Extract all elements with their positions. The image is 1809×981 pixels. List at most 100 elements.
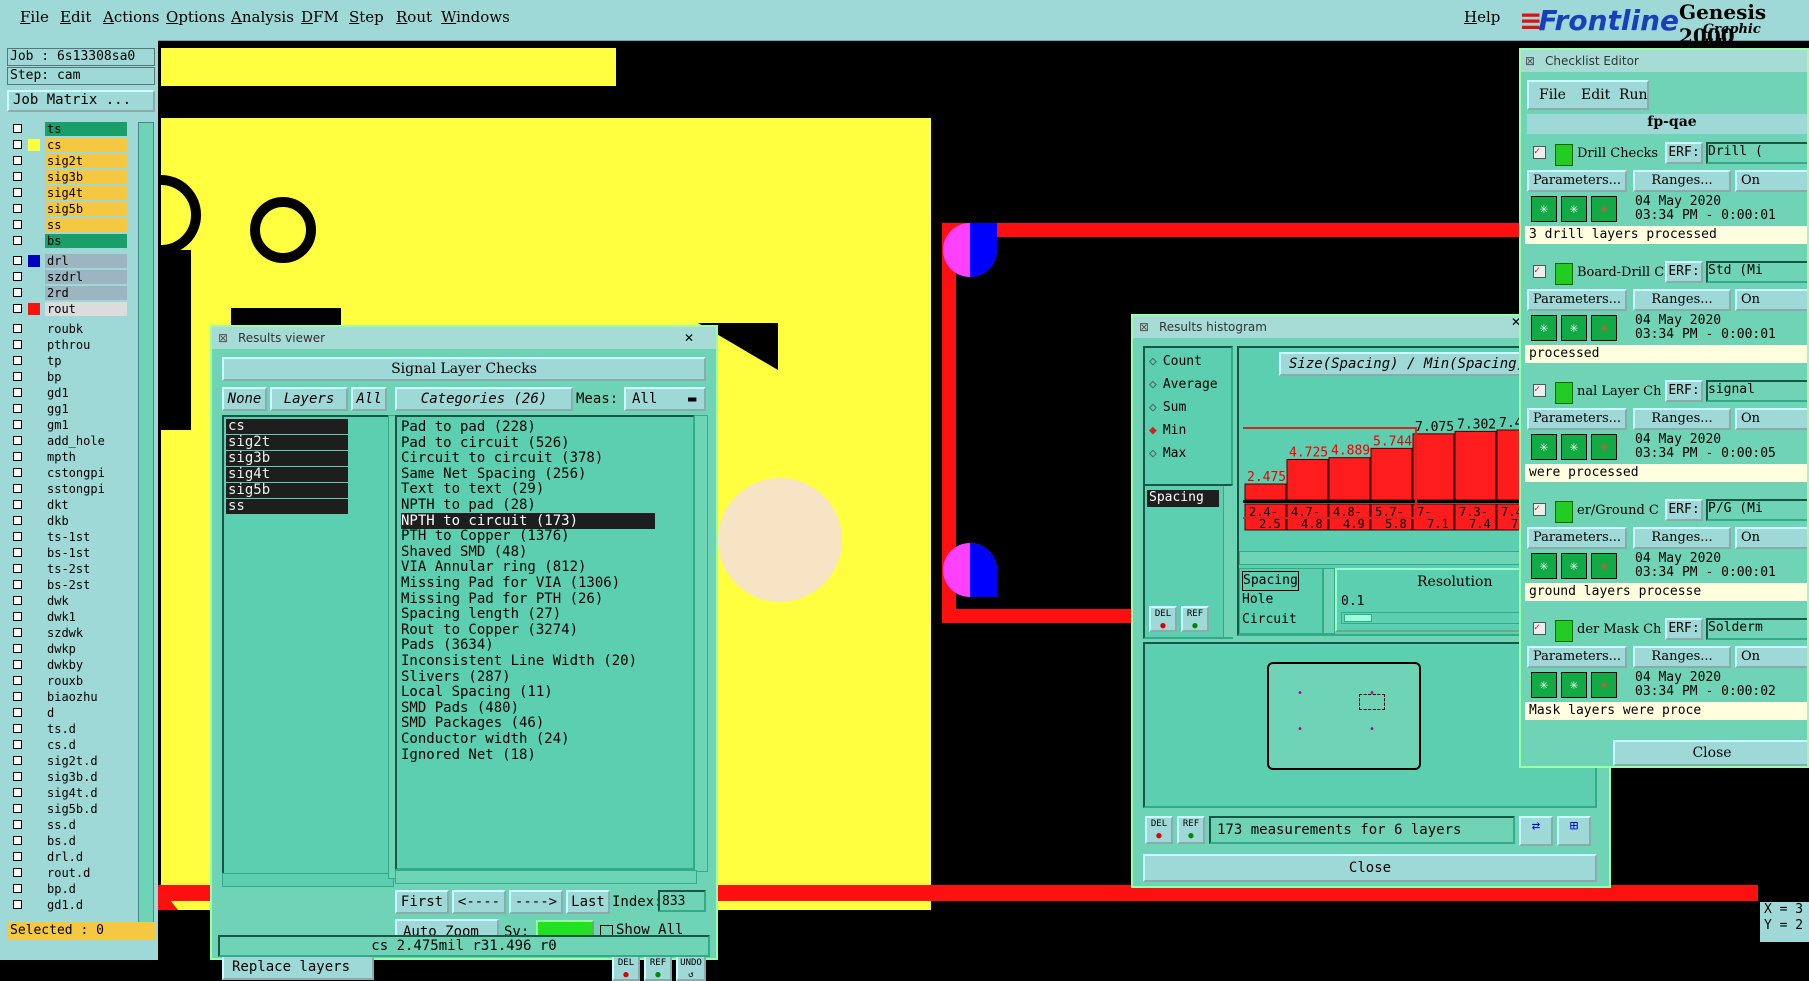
layer-checkbox[interactable] — [13, 256, 22, 265]
layer-checkbox[interactable] — [13, 220, 22, 229]
layer-row[interactable]: ss — [10, 218, 127, 233]
runner-icon[interactable]: ✳ — [1531, 196, 1557, 222]
layer-checkbox[interactable] — [13, 772, 22, 781]
layer-checkbox[interactable] — [13, 324, 22, 333]
layer-row[interactable]: ts.d — [10, 722, 127, 737]
preview-zoom-box[interactable] — [1359, 694, 1385, 710]
checklist-group-header[interactable]: Signal Layer Checks — [222, 357, 706, 381]
menu-file[interactable]: File — [20, 8, 49, 26]
category-item[interactable]: Pad to circuit (526) — [401, 435, 655, 451]
layer-checkbox[interactable] — [13, 884, 22, 893]
type-item[interactable]: Spacing — [1242, 571, 1299, 591]
category-item[interactable]: SMD Packages (46) — [401, 715, 655, 731]
menu-windows[interactable]: Windows — [441, 8, 510, 26]
layer-checkbox[interactable] — [13, 172, 22, 181]
category-item[interactable]: Missing Pad for PTH (26) — [401, 591, 655, 607]
hist-bottom-del-button[interactable]: DEL ● — [1145, 816, 1173, 844]
item-enable-checkbox[interactable]: ✓ — [1533, 265, 1546, 278]
layer-row[interactable]: dwk1 — [10, 610, 127, 625]
results-viewer-titlebar[interactable]: ⊠ Results viewer ✕ — [212, 327, 716, 349]
layer-row[interactable]: sig5b — [10, 202, 127, 217]
layer-checkbox[interactable] — [13, 516, 22, 525]
item-enable-checkbox[interactable]: ✓ — [1533, 503, 1546, 516]
window-menu-icon[interactable]: ⊠ — [1139, 316, 1149, 338]
erf-value[interactable]: signal — [1706, 380, 1807, 402]
checklist-item-name[interactable]: der Mask Ch — [1577, 622, 1661, 637]
layer-checkbox[interactable] — [13, 612, 22, 621]
layer-checkbox[interactable] — [13, 788, 22, 797]
layer-checkbox[interactable] — [13, 356, 22, 365]
board-preview[interactable]: • • • • — [1267, 662, 1421, 770]
erf-value[interactable]: P/G (Mi — [1706, 499, 1807, 521]
category-item[interactable]: SMD Pads (480) — [401, 700, 655, 716]
layer-checkbox[interactable] — [13, 740, 22, 749]
categories-button[interactable]: Categories (26) — [395, 387, 573, 411]
ranges-button[interactable]: Ranges... — [1633, 646, 1731, 668]
layer-checkbox[interactable] — [13, 548, 22, 557]
checklist-menu-run[interactable]: Run — [1619, 87, 1648, 103]
layer-row[interactable]: cs.d — [10, 738, 127, 753]
layer-checkbox[interactable] — [13, 288, 22, 297]
category-item[interactable]: Pads (3634) — [401, 637, 655, 653]
parameters-button[interactable]: Parameters... — [1527, 408, 1627, 430]
type-item[interactable]: Circuit — [1242, 611, 1297, 629]
runner-icon[interactable]: ✳ — [1531, 315, 1557, 341]
runner-icon[interactable]: ✳ — [1591, 553, 1617, 579]
type-item[interactable]: Hole — [1242, 591, 1273, 609]
erf-button[interactable]: ERF: — [1665, 142, 1703, 164]
layer-checkbox[interactable] — [13, 304, 22, 313]
layer-row[interactable]: dkt — [10, 498, 127, 513]
layer-row[interactable]: rout — [10, 302, 127, 317]
layer-row[interactable]: gd1 — [10, 386, 127, 401]
histogram-bar[interactable] — [1328, 457, 1371, 501]
layer-checkbox[interactable] — [13, 724, 22, 733]
menu-dfm[interactable]: DFM — [301, 8, 339, 26]
menu-actions[interactable]: Actions — [103, 8, 159, 26]
layer-checkbox[interactable] — [13, 580, 22, 589]
runner-icon[interactable]: ✳ — [1561, 672, 1587, 698]
layer-row[interactable]: szdrl — [10, 270, 127, 285]
runner-icon[interactable]: ✳ — [1561, 196, 1587, 222]
layer-checkbox[interactable] — [13, 124, 22, 133]
layer-row[interactable]: gg1 — [10, 402, 127, 417]
mode-radio-max[interactable]: ◇ Max — [1149, 446, 1186, 466]
checklist-menu-file[interactable]: File — [1539, 87, 1566, 103]
layer-row[interactable]: rout.d — [10, 866, 127, 881]
layer-row[interactable]: gd1.d — [10, 898, 127, 913]
item-enable-checkbox[interactable]: ✓ — [1533, 384, 1546, 397]
parameters-button[interactable]: Parameters... — [1527, 170, 1627, 192]
category-item[interactable]: Inconsistent Line Width (20) — [401, 653, 655, 669]
type-list[interactable]: Spacing Hole Circuit — [1239, 568, 1323, 634]
layer-checkbox[interactable] — [13, 596, 22, 605]
layer-checkbox[interactable] — [13, 644, 22, 653]
runner-icon[interactable]: ✳ — [1591, 196, 1617, 222]
layer-row[interactable]: sstongpi — [10, 482, 127, 497]
category-item[interactable]: Same Net Spacing (256) — [401, 466, 655, 482]
layer-row[interactable]: mpth — [10, 450, 127, 465]
layer-row[interactable]: cstongpi — [10, 466, 127, 481]
layer-checkbox[interactable] — [13, 468, 22, 477]
category-list[interactable]: Pad to pad (228) Pad to circuit (526) Circ… — [395, 415, 695, 870]
on-button[interactable]: On — [1735, 527, 1807, 549]
menu-help[interactable]: Help — [1464, 8, 1500, 26]
layer-list-hscroll[interactable] — [222, 873, 394, 887]
all-layers-button[interactable]: All — [351, 387, 387, 411]
parameters-button[interactable]: Parameters... — [1527, 289, 1627, 311]
export-icon[interactable]: ⇄ — [1519, 816, 1553, 846]
layer-row[interactable]: biaozhu — [10, 690, 127, 705]
replace-layers-dropdown[interactable]: Replace layers — [222, 954, 374, 980]
erf-button[interactable]: ERF: — [1665, 261, 1703, 283]
layers-button[interactable]: Layers — [270, 387, 348, 411]
runner-icon[interactable]: ✳ — [1531, 434, 1557, 460]
erf-value[interactable]: Std (Mi — [1706, 261, 1807, 283]
histogram-bar[interactable] — [1454, 430, 1497, 501]
histogram-bar[interactable] — [1412, 433, 1455, 501]
layer-checkbox[interactable] — [13, 820, 22, 829]
runner-icon[interactable]: ✳ — [1561, 315, 1587, 341]
layer-checkbox[interactable] — [13, 452, 22, 461]
runner-icon[interactable]: ✳ — [1561, 553, 1587, 579]
layer-checkbox[interactable] — [13, 388, 22, 397]
layer-row[interactable]: sig2t — [10, 154, 127, 169]
layer-row[interactable]: sig3b — [10, 170, 127, 185]
layer-checkbox[interactable] — [13, 868, 22, 877]
